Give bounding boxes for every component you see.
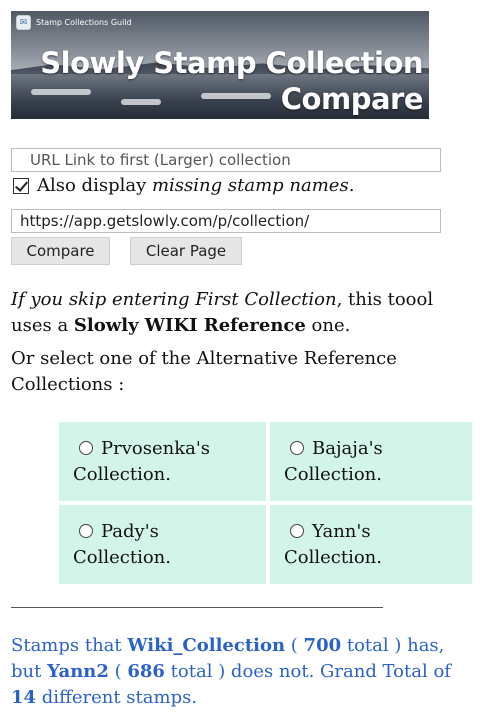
banner-ice [201, 93, 271, 99]
collection-a-name: Wiki_Collection [127, 635, 286, 656]
radio-icon[interactable] [290, 524, 304, 538]
radio-icon[interactable] [290, 441, 304, 455]
guild-name: Stamp Collections Guild [36, 18, 132, 27]
collection-b-name: Yann2 [47, 661, 109, 682]
alt-collection-bajaja[interactable]: Bajaja's Collection. [270, 422, 472, 501]
banner-title-line1: Slowly Stamp Collection [40, 46, 423, 80]
header-banner: ✉ Stamp Collections Guild Slowly Stamp C… [11, 11, 429, 119]
radio-icon[interactable] [79, 524, 93, 538]
radio-icon[interactable] [79, 441, 93, 455]
missing-names-label: Also display missing stamp names. [37, 175, 355, 196]
alt-collection-pady[interactable]: Pady's Collection. [59, 505, 266, 584]
comparison-result: Stamps that Wiki_Collection ( 700 total … [11, 635, 451, 708]
divider [11, 607, 383, 608]
collection-a-total: 700 [303, 635, 342, 656]
banner-title-line2: Compare [280, 82, 424, 116]
missing-names-option[interactable]: Also display missing stamp names. [13, 175, 354, 196]
banner-ice [31, 89, 91, 95]
missing-names-checkbox[interactable] [13, 177, 29, 194]
alt-collection-label: Prvosenka's Collection. [73, 438, 211, 485]
second-collection-url-input[interactable] [11, 209, 441, 233]
alt-collection-prvosenka[interactable]: Prvosenka's Collection. [59, 422, 266, 501]
alternatives-prompt: Or select one of the Alternative Referen… [11, 348, 397, 395]
alt-collection-yann[interactable]: Yann's Collection. [270, 505, 472, 584]
guild-logo-icon: ✉ [16, 15, 31, 30]
guild-brand: ✉ Stamp Collections Guild [16, 15, 132, 30]
alternative-collections-grid: Prvosenka's Collection. Bajaja's Collect… [59, 422, 472, 584]
compare-button[interactable]: Compare [11, 237, 110, 265]
first-collection-url-input[interactable] [11, 148, 441, 172]
skip-info-text: If you skip entering First Collection, t… [11, 289, 434, 336]
collection-b-total: 686 [127, 661, 165, 682]
banner-ice [121, 99, 161, 105]
difference-count: 14 [11, 687, 37, 708]
clear-page-button[interactable]: Clear Page [130, 237, 242, 265]
